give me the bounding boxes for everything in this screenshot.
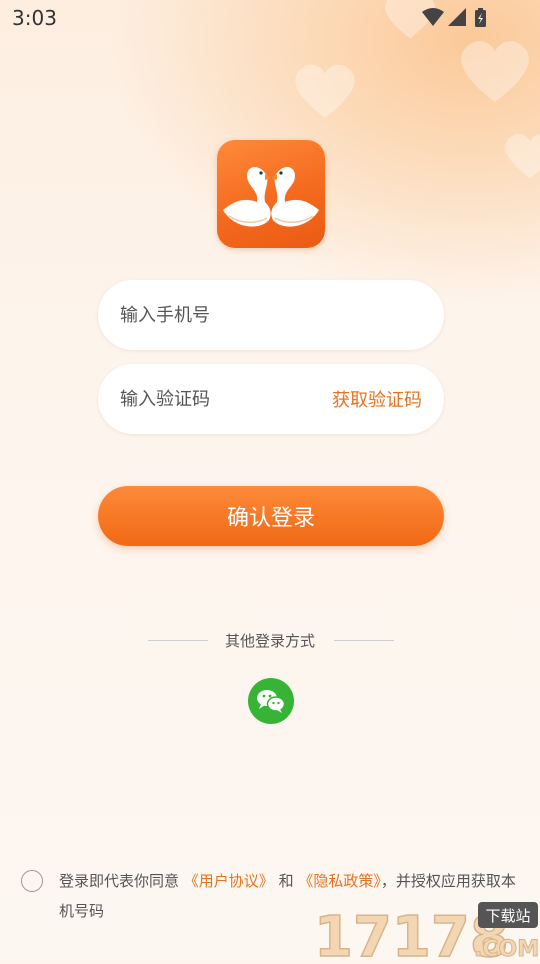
heart-decoration-icon (295, 64, 355, 118)
agreement-prefix: 登录即代表你同意 (59, 872, 180, 890)
phone-field[interactable] (98, 280, 444, 350)
get-code-button[interactable]: 获取验证码 (332, 386, 422, 412)
status-time: 3:03 (12, 6, 57, 30)
other-login-label: 其他登录方式 (224, 632, 315, 650)
privacy-policy-link[interactable]: 《隐私政策》 (298, 872, 381, 890)
phone-input[interactable] (120, 300, 310, 330)
swan-logo-icon (223, 167, 319, 227)
watermark-domain: .COM (474, 937, 539, 960)
status-icons (422, 8, 486, 27)
signal-icon (448, 8, 466, 26)
app-logo (217, 140, 325, 248)
agreement-and: 和 (278, 872, 294, 890)
user-agreement-link[interactable]: 《用户协议》 (184, 872, 274, 890)
wifi-icon (422, 8, 444, 26)
watermark-logo: 17178 下载站 .COM (312, 898, 540, 964)
heart-decoration-icon (461, 41, 529, 102)
code-field[interactable]: 获取验证码 (98, 364, 444, 434)
watermark-graphic: 17178 下载站 .COM (313, 902, 540, 964)
status-bar: 3:03 (0, 0, 540, 36)
wechat-icon (257, 690, 286, 713)
wechat-login-button[interactable] (248, 678, 294, 724)
heart-decoration-icon (505, 133, 540, 179)
code-input[interactable] (120, 384, 310, 414)
confirm-login-button[interactable]: 确认登录 (98, 486, 444, 546)
watermark-badge: 下载站 (485, 907, 530, 925)
battery-icon (475, 8, 486, 27)
agreement-checkbox[interactable] (21, 870, 43, 892)
